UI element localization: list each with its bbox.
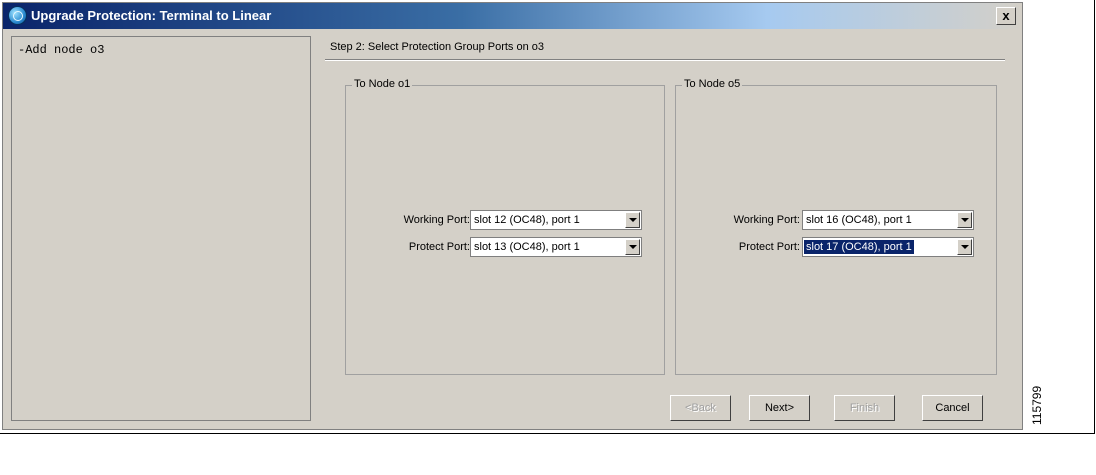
- app-globe-icon: [9, 7, 26, 24]
- step-separator: [325, 59, 1005, 61]
- working-port-value: slot 16 (OC48), port 1: [806, 214, 912, 226]
- protect-port-value: slot 17 (OC48), port 1: [804, 240, 914, 254]
- protect-port-value: slot 13 (OC48), port 1: [474, 241, 580, 253]
- protect-port-row: Protect Port: slot 13 (OC48), port 1: [346, 237, 664, 257]
- group-legend: To Node o5: [682, 78, 743, 90]
- step-title: Step 2: Select Protection Group Ports on…: [330, 41, 545, 53]
- protect-port-row: Protect Port: slot 17 (OC48), port 1: [676, 237, 996, 257]
- working-port-row: Working Port: slot 16 (OC48), port 1: [676, 210, 996, 230]
- working-port-label: Working Port:: [403, 214, 470, 226]
- group-to-node-o5: To Node o5 Working Port: slot 16 (OC48),…: [675, 78, 997, 375]
- chevron-down-icon[interactable]: [957, 239, 972, 255]
- protect-port-label: Protect Port:: [408, 241, 470, 253]
- group-legend: To Node o1: [352, 78, 413, 90]
- protect-port-label: Protect Port:: [738, 241, 800, 253]
- working-port-row: Working Port: slot 12 (OC48), port 1: [346, 210, 664, 230]
- window-title: Upgrade Protection: Terminal to Linear: [31, 8, 272, 23]
- wizard-steps-pane: -Add node o3: [11, 36, 311, 421]
- working-port-select[interactable]: slot 16 (OC48), port 1: [802, 210, 974, 230]
- step-list-item[interactable]: -Add node o3: [18, 43, 104, 57]
- chevron-down-icon[interactable]: [957, 212, 972, 228]
- protect-port-select[interactable]: slot 13 (OC48), port 1: [470, 237, 642, 257]
- working-port-select[interactable]: slot 12 (OC48), port 1: [470, 210, 642, 230]
- cancel-button[interactable]: Cancel: [922, 395, 983, 421]
- next-button[interactable]: Next>: [749, 395, 810, 421]
- title-bar[interactable]: Upgrade Protection: Terminal to Linear x: [3, 3, 1022, 29]
- working-port-label: Working Port:: [733, 214, 800, 226]
- finish-button[interactable]: Finish: [834, 395, 895, 421]
- working-port-value: slot 12 (OC48), port 1: [474, 214, 580, 226]
- chevron-down-icon[interactable]: [625, 239, 640, 255]
- group-to-node-o1: To Node o1 Working Port: slot 12 (OC48),…: [345, 78, 665, 375]
- back-button[interactable]: <Back: [670, 395, 731, 421]
- figure-id-label: 115799: [1030, 385, 1044, 425]
- close-button[interactable]: x: [996, 7, 1016, 25]
- chevron-down-icon[interactable]: [625, 212, 640, 228]
- upgrade-protection-dialog: Upgrade Protection: Terminal to Linear x…: [2, 2, 1023, 430]
- protect-port-select[interactable]: slot 17 (OC48), port 1: [802, 237, 974, 257]
